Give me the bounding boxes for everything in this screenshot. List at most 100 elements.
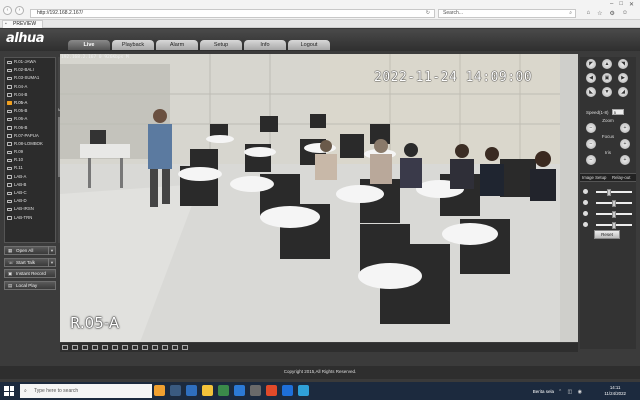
edge-icon[interactable] [234,385,245,396]
contrast-slider-knob[interactable] [612,199,616,207]
news-widget[interactable]: Berita sela [533,389,554,394]
file-explorer-icon[interactable] [202,385,213,396]
browser-search-input[interactable]: Search... ⌕ [438,9,576,18]
gear-icon[interactable]: ⚙ [609,10,614,17]
hue-slider-knob[interactable] [612,210,616,218]
brightness-slider-knob[interactable] [607,188,612,196]
fullscreen-icon[interactable] [102,345,108,350]
ptz-right-button[interactable]: ▶ [618,73,628,83]
camera-list-item[interactable]: LAB-A [5,173,55,181]
layout-9-icon[interactable] [82,345,88,350]
tab-live[interactable]: Live [68,40,110,50]
address-bar[interactable]: http://192.168.2.167/ ↻ [30,9,435,18]
camera-list-item[interactable]: LAB-D [5,197,55,205]
brightness-slider[interactable] [596,191,632,193]
smiley-icon[interactable]: ☺ [622,10,628,17]
camera-list-item[interactable]: LAB-IRSN [5,205,55,213]
camera-list-item[interactable]: R.04-B [5,91,55,99]
focus-in-button[interactable]: + [620,139,630,149]
tab-alarm[interactable]: Alarm [156,40,198,50]
ptz-down-button[interactable]: ▼ [602,87,612,97]
ptz-left-button[interactable]: ◀ [586,73,596,83]
layout-16-icon[interactable] [92,345,98,350]
ptz-up-button[interactable]: ▲ [602,59,612,69]
layout-4-icon[interactable] [72,345,78,350]
close-all-icon[interactable] [172,345,178,350]
ptz-center-button[interactable]: ▣ [602,73,612,83]
ratio-icon[interactable] [182,345,188,350]
camera-list-item[interactable]: R.05-A [5,99,55,107]
stream-extra-icon[interactable] [122,345,128,350]
taskbar-clock[interactable]: 14:11 11/24/2022 [604,385,626,397]
word-icon[interactable] [282,385,293,396]
camera-list-item[interactable]: R.04-A [5,83,55,91]
live-video[interactable]: 192.168.2.167 0 926Kbps M 2022-11-24 14:… [60,54,578,342]
relay-out-tab[interactable]: Relay-out [612,175,630,180]
iris-close-button[interactable]: − [586,155,596,165]
instant-record-button[interactable]: ▣ Instant Record [4,269,56,278]
iris-open-button[interactable]: + [620,155,630,165]
camera-list-item[interactable]: R.07-PAPUA [5,132,55,140]
back-icon[interactable]: ‹ [3,6,12,15]
audio-icon[interactable] [152,345,158,350]
camera-list-item[interactable]: LAB-C [5,189,55,197]
open-all-button[interactable]: ▦ Open All ▼ [4,246,56,255]
zoom-in-button[interactable]: + [620,123,630,133]
maximize-icon[interactable]: □ [619,1,623,8]
refresh-icon[interactable]: ↻ [426,10,430,17]
chevron-down-icon[interactable]: ▼ [48,257,55,267]
favorites-icon[interactable]: ☆ [597,10,602,17]
forward-icon[interactable]: › [15,6,24,15]
browser-tab[interactable]: ▪ PREVIEW [2,20,44,28]
tab-logout[interactable]: Logout [288,40,330,50]
zoom-out-button[interactable]: − [586,123,596,133]
ptz-up-right-button[interactable]: ◥ [618,59,628,69]
camera-list-item[interactable]: R.06-B [5,124,55,132]
focus-out-button[interactable]: − [586,139,596,149]
camera-list-item[interactable]: LAB-B [5,181,55,189]
tab-playback[interactable]: Playback [112,40,154,50]
record-icon[interactable] [142,345,148,350]
weather-icon[interactable] [154,385,165,396]
tab-setup[interactable]: Setup [200,40,242,50]
camera-list-item[interactable]: R.01-JAWA [5,58,55,66]
saturation-slider-knob[interactable] [612,221,616,229]
camera-list-item[interactable]: R.10 [5,156,55,164]
local-play-button[interactable]: ▤ Local Play [4,280,56,290]
task-view-icon[interactable] [170,385,181,396]
speed-select[interactable]: 5 [611,109,624,115]
search-icon[interactable]: ⌕ [569,10,572,17]
chrome-icon[interactable] [266,385,277,396]
home-icon[interactable]: ⌂ [586,10,590,17]
image-setup-tab[interactable]: Image Setup [582,175,606,180]
taskbar-search-input[interactable]: ⌕ Type here to search [20,384,152,398]
close-icon[interactable]: ✕ [629,1,634,8]
ptz-down-left-button[interactable]: ◣ [586,87,596,97]
app-icon[interactable] [250,385,261,396]
ie-icon[interactable] [298,385,309,396]
excel-icon[interactable] [218,385,229,396]
ptz-up-left-button[interactable]: ◤ [586,59,596,69]
camera-list-item[interactable]: R.09 [5,148,55,156]
camera-list-item[interactable]: LAB-TRN [5,214,55,222]
camera-list-item[interactable]: R.03-SUMA1 [5,74,55,82]
camera-list-item[interactable]: R.06-A [5,115,55,123]
zoom-icon[interactable] [162,345,168,350]
chevron-down-icon[interactable]: ▼ [48,246,55,255]
mail-icon[interactable] [186,385,197,396]
camera-list-item[interactable]: R.02-BALI [5,66,55,74]
snapshot-icon[interactable] [132,345,138,350]
ptz-speed: Speed(1-8) 5 [586,109,624,115]
ptz-down-right-button[interactable]: ◢ [618,87,628,97]
start-talk-button[interactable]: ☏ Start Talk ▼ [4,257,56,267]
camera-list-item[interactable]: R.05-B [5,107,55,115]
reset-button[interactable]: Reset [594,230,620,239]
stream-main-icon[interactable] [112,345,118,350]
layout-1-icon[interactable] [62,345,68,350]
windows-start-icon[interactable] [4,386,14,396]
system-tray-icons[interactable]: ⌃ ◫ ◉ [558,389,584,395]
minimize-icon[interactable]: – [610,1,613,8]
camera-list-item[interactable]: R.08-LOMBOK [5,140,55,148]
camera-list-item[interactable]: R.11 [5,164,55,172]
tab-info[interactable]: Info [244,40,286,50]
